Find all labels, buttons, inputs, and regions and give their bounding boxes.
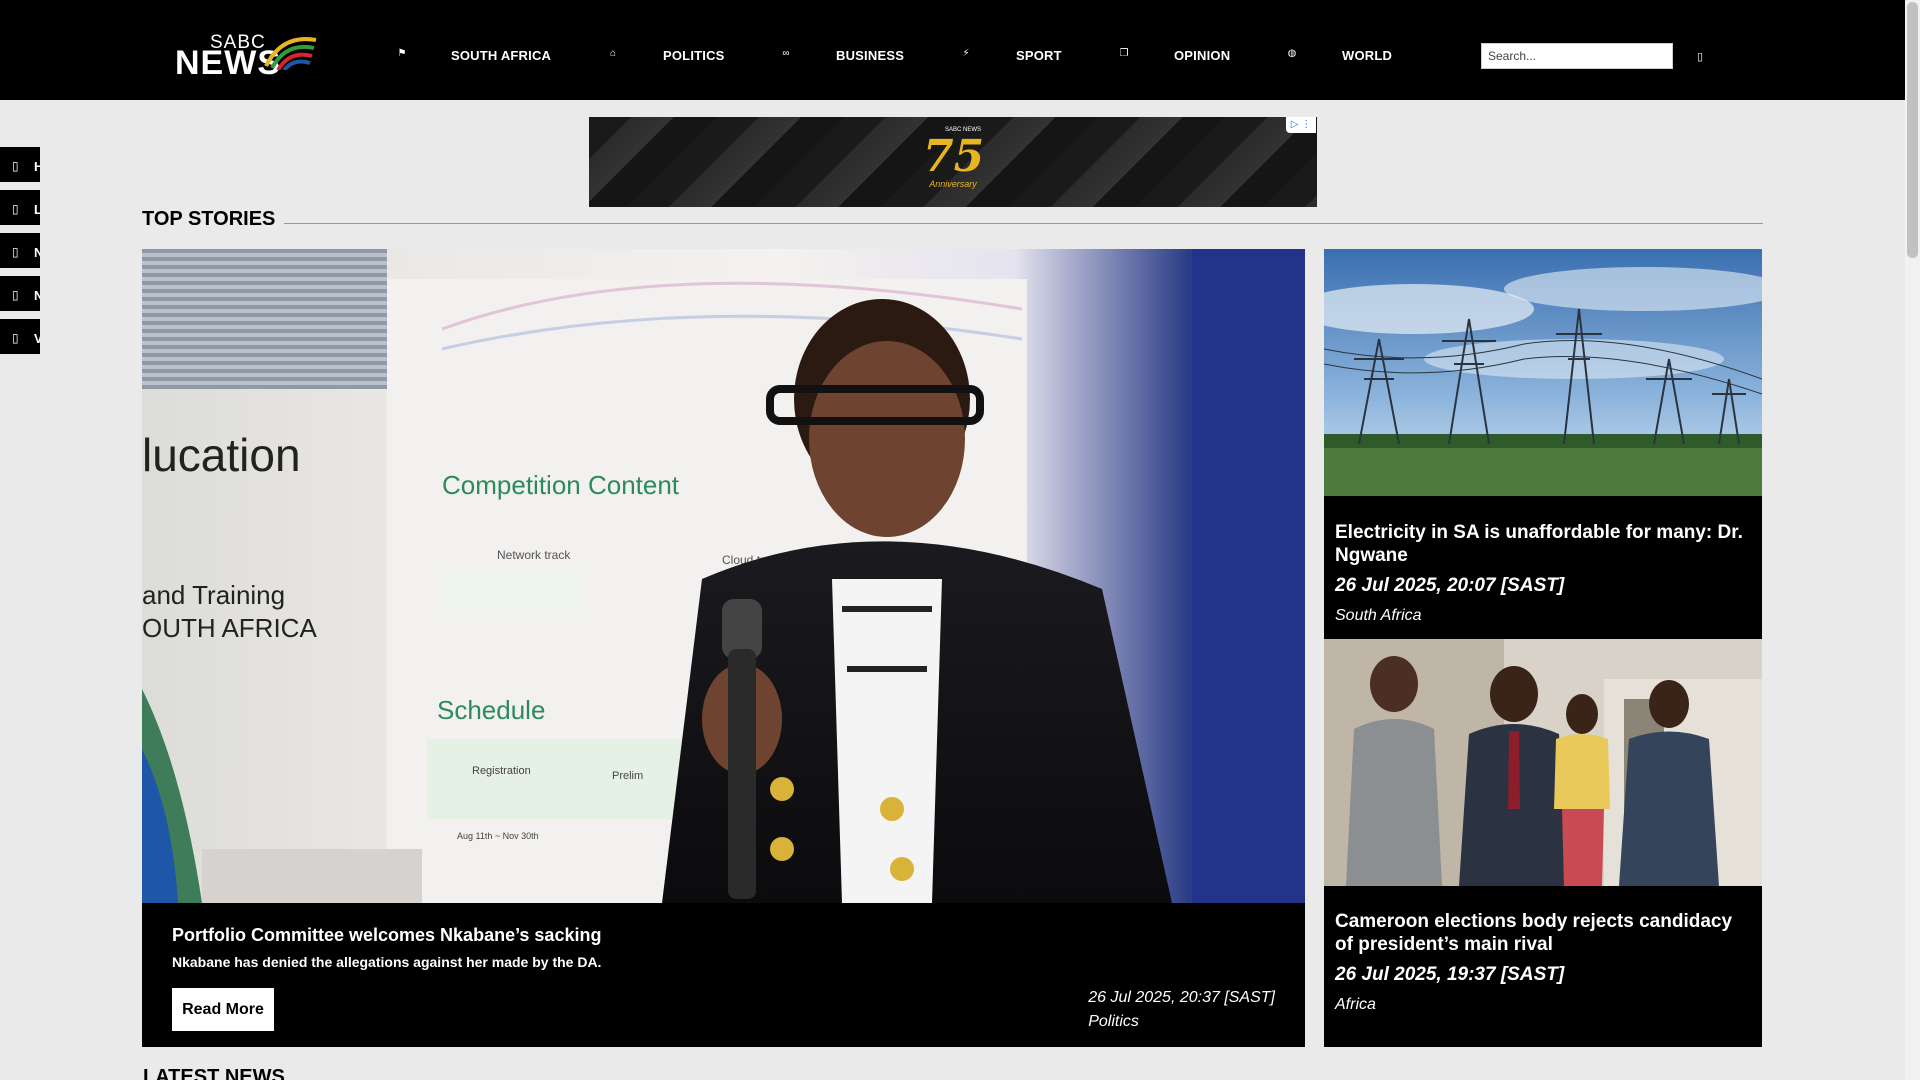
section-title-latest-news: LATEST NEWS — [143, 1066, 285, 1080]
side-story-headline[interactable]: Electricity in SA is unaffordable for ma… — [1335, 521, 1755, 567]
side-tab-icon: ▯ — [12, 202, 19, 216]
badge-anniversary-text: Anniversary — [929, 179, 977, 189]
side-story-category[interactable]: South Africa — [1335, 607, 1422, 625]
side-tab-icon: ▯ — [12, 245, 19, 259]
read-more-button[interactable]: Read More — [172, 988, 274, 1031]
chat-icon: ❐ — [1119, 48, 1129, 59]
flag-icon: ⚑ — [397, 48, 407, 59]
cameroon-photo — [1324, 639, 1762, 886]
main-story-caption: Portfolio Committee welcomes Nkabane’s s… — [172, 925, 601, 970]
runner-icon: ⚡ — [962, 48, 970, 59]
main-story-image[interactable]: Competition Content Network track Cloud … — [142, 249, 1305, 903]
side-story-category[interactable]: Africa — [1335, 996, 1376, 1014]
main-story-headline[interactable]: Portfolio Committee welcomes Nkabane’s s… — [172, 925, 601, 946]
main-story-photo: Competition Content Network track Cloud … — [142, 249, 1305, 903]
nav-opinion[interactable]: OPINION — [1174, 47, 1230, 63]
board-schedule: Schedule — [437, 695, 545, 725]
side-story-image[interactable] — [1324, 249, 1762, 496]
top-navbar: SABC NEWS ⚑ SOUTH AFRICA ⌂ POLITICS ∞ BU… — [0, 0, 1905, 100]
section-divider — [284, 223, 1763, 224]
search-icon: ▯ — [1696, 51, 1704, 63]
side-tab-label: L — [34, 202, 40, 217]
side-tab-icon: ▯ — [12, 159, 19, 173]
anniversary-badge: SABC NEWS 75 Anniversary — [923, 125, 985, 201]
search-button[interactable]: ▯ — [1694, 51, 1706, 63]
board-date: Aug 11th ~ Nov 30th — [457, 831, 539, 841]
nav-sport[interactable]: SPORT — [1016, 47, 1062, 63]
side-tab-label: N — [34, 288, 40, 303]
logo-arc-icon — [264, 37, 317, 70]
side-tab-label: V — [34, 331, 40, 346]
page-scrollbar-thumb[interactable] — [1907, 2, 1918, 258]
poster-line-2: and Training — [142, 580, 285, 610]
side-tab-label: N — [34, 245, 40, 260]
board-title: Competition Content — [442, 470, 680, 500]
search-input[interactable] — [1481, 43, 1673, 69]
side-story-headline[interactable]: Cameroon elections body rejects candidac… — [1335, 910, 1755, 956]
main-story-category[interactable]: Politics — [1088, 1010, 1275, 1034]
side-story-image[interactable] — [1324, 639, 1762, 886]
ad-banner[interactable]: SABC NEWS 75 Anniversary ▷ ⋮ — [589, 117, 1317, 207]
section-title-top-stories: TOP STORIES — [142, 208, 276, 230]
main-story-meta: 26 Jul 2025, 20:37 [SAST] Politics — [1088, 986, 1275, 1034]
side-tab-1[interactable]: ▯H — [0, 147, 40, 186]
side-tab-4[interactable]: ▯N — [0, 276, 40, 315]
handshake-icon: ∞ — [782, 48, 790, 59]
side-tab-2[interactable]: ▯L — [0, 190, 40, 229]
main-story-summary: Nkabane has denied the allegations again… — [172, 954, 602, 970]
adchoices-icon[interactable]: ▷ ⋮ — [1286, 117, 1316, 133]
badge-brand: SABC NEWS — [945, 127, 982, 133]
board-prelim: Prelim — [612, 770, 643, 782]
main-story-date: 26 Jul 2025, 20:37 [SAST] — [1088, 989, 1275, 1006]
side-tab-label: H — [34, 159, 40, 174]
side-story-card[interactable]: Cameroon elections body rejects candidac… — [1324, 639, 1762, 1047]
parliament-icon: ⌂ — [609, 48, 617, 59]
nav-business[interactable]: BUSINESS — [836, 47, 904, 63]
board-col-network: Network track — [497, 548, 571, 562]
poster-line-3: OUTH AFRICA — [142, 613, 317, 643]
side-story-card[interactable]: Electricity in SA is unaffordable for ma… — [1324, 249, 1762, 639]
side-tab-icon: ▯ — [12, 288, 19, 302]
side-tab-icon: ▯ — [12, 331, 19, 345]
badge-number: 75 — [923, 131, 985, 182]
nav-south-africa[interactable]: SOUTH AFRICA — [451, 47, 551, 63]
nav-politics[interactable]: POLITICS — [663, 47, 725, 63]
globe-icon: ◍ — [1287, 48, 1297, 59]
main-story-card[interactable]: Competition Content Network track Cloud … — [142, 249, 1305, 1047]
nav-world[interactable]: WORLD — [1342, 47, 1392, 63]
poster-line-1: lucation — [142, 429, 301, 481]
side-tab-5[interactable]: ▯V — [0, 319, 40, 358]
side-story-date: 26 Jul 2025, 19:37 [SAST] — [1335, 964, 1565, 985]
pylons-photo — [1324, 249, 1762, 496]
side-story-date: 26 Jul 2025, 20:07 [SAST] — [1335, 575, 1565, 596]
board-registration: Registration — [472, 765, 531, 777]
sabc-news-logo[interactable]: SABC NEWS — [174, 30, 319, 82]
side-tab-3[interactable]: ▯N — [0, 233, 40, 272]
